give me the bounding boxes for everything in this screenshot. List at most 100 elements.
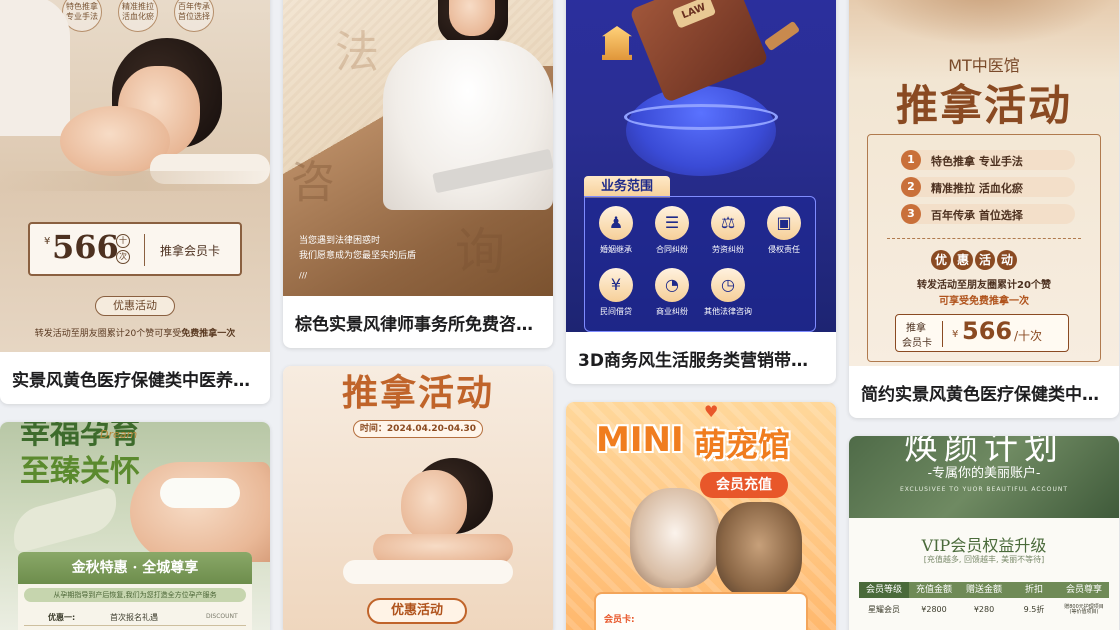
divider bbox=[942, 321, 943, 347]
card-title[interactable]: 简约实景风黄色医疗保健类中医养生推拿... bbox=[849, 366, 1119, 418]
poster-title-en: MINI bbox=[596, 420, 684, 460]
contract-icon: ☰ bbox=[655, 206, 689, 240]
card-title-text: 简约实景风黄色医疗保健类中医养生推拿... bbox=[861, 384, 1107, 405]
vip-subtitle: [充值越多, 回馈越丰, 美丽不等待] bbox=[923, 555, 1045, 564]
promo-line: 转发活动至朋友圈累计20个赞 bbox=[917, 280, 1051, 291]
card-thumbnail[interactable]: 焕颜计划 -专属你的美丽账户- EXCLUSIVEE TO YUOR BEAUT… bbox=[849, 436, 1119, 630]
service-item: ⚖ 劳资纠纷 bbox=[700, 206, 756, 255]
template-card[interactable]: MT中医馆 推拿活动 1 特色推拿 专业手法 2 精准推拉 活血化瘀 3 百年传承 首位选… bbox=[849, 0, 1119, 418]
service-item: ☰ 合同纠纷 bbox=[644, 206, 700, 255]
card-thumbnail[interactable]: 特色推拿 专业手法 精准推拉 活血化瘀 百年传承 首位选择 ¥ 566 十 次 … bbox=[0, 0, 270, 352]
services-grid: ♟ 婚姻继承 ☰ 合同纠纷 ⚖ 劳资纠纷 ▣ 侵权责任 ¥ 民间借贷 ◔ 商业纠纷 ◷ 其他法律咨询 bbox=[588, 206, 814, 330]
dog-image bbox=[630, 488, 720, 588]
book-image bbox=[6, 486, 124, 554]
template-card[interactable]: LAW 业务范围 ♟ 婚姻继承 ☰ 合同纠纷 ⚖ 劳资纠纷 ▣ 侵权责任 ¥ 民间借贷 ◔ 商业纠纷 ◷… bbox=[566, 0, 836, 384]
service-label: 合同纠纷 bbox=[656, 245, 688, 254]
service-label: 民间借贷 bbox=[600, 307, 632, 316]
rights-icon: ▣ bbox=[767, 206, 801, 240]
template-card[interactable]: 特色推拿 专业手法 精准推拉 活血化瘀 百年传承 首位选择 ¥ 566 十 次 … bbox=[0, 0, 270, 404]
clock-icon: ◷ bbox=[711, 268, 745, 302]
banner-title: 金秋特惠 · 全城尊享 bbox=[18, 552, 252, 584]
top-garment-image bbox=[160, 478, 240, 508]
card-thumbnail[interactable]: LAW 业务范围 ♟ 婚姻继承 ☰ 合同纠纷 ⚖ 劳资纠纷 ▣ 侵权责任 ¥ 民间借贷 ◔ 商业纠纷 ◷… bbox=[566, 0, 836, 332]
feature-badges: 特色推拿 专业手法 精准推拉 活血化瘀 百年传承 首位选择 bbox=[62, 0, 214, 32]
price-value: 566 bbox=[962, 317, 1013, 345]
pedestal-image bbox=[626, 86, 776, 176]
card-thumbnail[interactable]: 法 咨 询 当您遇到法律困惑时 我们愿意成为您最坚实的后盾 /// bbox=[283, 0, 553, 296]
slash-decoration: /// bbox=[299, 271, 308, 280]
card-title[interactable]: 实景风黄色医疗保健类中医养生推拿活动... bbox=[0, 352, 270, 404]
feature-number: 3 bbox=[901, 204, 921, 224]
feature-row: 1 特色推拿 专业手法 bbox=[901, 150, 1075, 170]
massage-photo-top bbox=[849, 0, 1119, 46]
service-item: ♟ 婚姻继承 bbox=[588, 206, 644, 255]
ribbon-label: 会员充值 bbox=[700, 472, 788, 498]
gavel-icon bbox=[763, 20, 801, 52]
promo-char: 动 bbox=[997, 250, 1017, 270]
table-row: 星耀会员 ¥2800 ¥280 9.5折 赠800元护理项目 (等价值项目) bbox=[859, 598, 1109, 622]
service-item: ◔ 商业纠纷 bbox=[644, 268, 700, 317]
service-label: 劳资纠纷 bbox=[712, 245, 744, 254]
template-card[interactable]: 幸福孕育 Dream 至臻关怀 金秋特惠 · 全城尊享 从孕期指导到产后恢复,我… bbox=[0, 422, 270, 630]
template-card[interactable]: 焕颜计划 -专属你的美丽账户- EXCLUSIVEE TO YUOR BEAUT… bbox=[849, 436, 1119, 630]
table-header: 会员等级 充值金额 赠送金额 折扣 会员尊享 bbox=[859, 582, 1109, 598]
card-title-text: 棕色实景风律师事务所免费咨询营销长图... bbox=[295, 314, 541, 335]
card-thumbnail[interactable]: MT中医馆 推拿活动 1 特色推拿 专业手法 2 精准推拉 活血化瘀 3 百年传承 首位选… bbox=[849, 0, 1119, 366]
header-cell: 充值金额 bbox=[915, 585, 952, 595]
cat-image bbox=[716, 502, 802, 598]
promo-line: 可享受免费推拿一次 bbox=[939, 296, 1029, 307]
watermark-char: 法 bbox=[335, 27, 379, 78]
section-title: 业务范围 bbox=[584, 176, 670, 198]
template-card[interactable]: 推拿活动 时间：2024.04.20-04.30 优惠活动 bbox=[283, 366, 553, 630]
text-line: 当您遇到法律困惑时 bbox=[299, 236, 381, 246]
poster-title: 推拿活动 bbox=[341, 372, 494, 414]
card-title[interactable]: 棕色实景风律师事务所免费咨询营销长图... bbox=[283, 296, 553, 348]
service-label: 侵权责任 bbox=[768, 245, 800, 254]
header-cell: 会员尊享 bbox=[1065, 585, 1102, 595]
table-cell: ¥2800 bbox=[921, 604, 947, 614]
card-thumbnail[interactable]: 推拿活动 时间：2024.04.20-04.30 优惠活动 bbox=[283, 366, 553, 630]
labor-icon: ⚖ bbox=[711, 206, 745, 240]
divider bbox=[887, 238, 1081, 239]
promo-chars: 优 惠 活 动 bbox=[931, 250, 1017, 270]
service-label: 其他法律咨询 bbox=[704, 307, 752, 316]
promo-char: 惠 bbox=[953, 250, 973, 270]
feature-text: 百年传承 首位选择 bbox=[931, 209, 1023, 222]
business-icon: ◔ bbox=[655, 268, 689, 302]
card-label: 推拿 bbox=[906, 323, 926, 334]
divider bbox=[144, 234, 145, 266]
price-currency: ¥ bbox=[952, 329, 959, 340]
feature-number: 1 bbox=[901, 150, 921, 170]
family-icon: ♟ bbox=[599, 206, 633, 240]
template-card[interactable]: MINI 萌宠馆 ♥ 会员充值 会员卡: bbox=[566, 402, 836, 630]
poster-english: Dream bbox=[100, 428, 138, 441]
feature-badge: 精准推拉 活血化瘀 bbox=[118, 0, 158, 32]
courthouse-icon bbox=[602, 26, 632, 60]
offer-tag: DISCOUNT bbox=[206, 613, 238, 620]
poster-title: 推拿活动 bbox=[895, 81, 1072, 130]
feature-badge: 百年传承 首位选择 bbox=[174, 0, 214, 32]
towel-image bbox=[343, 560, 513, 584]
table-cell: ¥280 bbox=[973, 604, 995, 614]
card-thumbnail[interactable]: 幸福孕育 Dream 至臻关怀 金秋特惠 · 全城尊享 从孕期指导到产后恢复,我… bbox=[0, 422, 270, 630]
price-label: 推拿会员卡 bbox=[160, 244, 221, 258]
text-line: 我们愿意成为您最坚实的后盾 bbox=[299, 251, 417, 261]
date-label: 时间：2024.04.20-04.30 bbox=[353, 420, 483, 438]
promo-text-main: 转发活动至朋友圈累计20个赞可享受 bbox=[34, 329, 182, 339]
promo-tag: 优惠活动 bbox=[95, 296, 175, 316]
card-label: 会员卡: bbox=[604, 615, 635, 625]
promo-text-bold: 免费推拿一次 bbox=[181, 329, 236, 339]
table-cell: 9.5折 bbox=[1023, 604, 1045, 614]
table-cell: 赠800元护理项目 (等价值项目) bbox=[1064, 603, 1104, 615]
feature-text: 精准推拉 活血化瘀 bbox=[931, 182, 1023, 195]
price-unit: 十 bbox=[116, 234, 130, 248]
template-card[interactable]: 法 咨 询 当您遇到法律困惑时 我们愿意成为您最坚实的后盾 /// 棕色实景风律… bbox=[283, 0, 553, 348]
vip-title: VIP会员权益升级 bbox=[921, 536, 1047, 555]
header-cell: 赠送金额 bbox=[965, 585, 1002, 595]
promo-char: 活 bbox=[975, 250, 995, 270]
vip-table: 会员等级 充值金额 赠送金额 折扣 会员尊享 星耀会员 ¥2800 ¥280 9.5折 赠800元… bbox=[859, 582, 1109, 622]
card-title[interactable]: 3D商务风生活服务类营销带货长图... bbox=[566, 332, 836, 384]
offer-row: 优惠一: 首次报名礼遇 DISCOUNT bbox=[24, 610, 246, 626]
card-thumbnail[interactable]: MINI 萌宠馆 ♥ 会员充值 会员卡: bbox=[566, 402, 836, 630]
wave-decoration bbox=[0, 171, 270, 191]
